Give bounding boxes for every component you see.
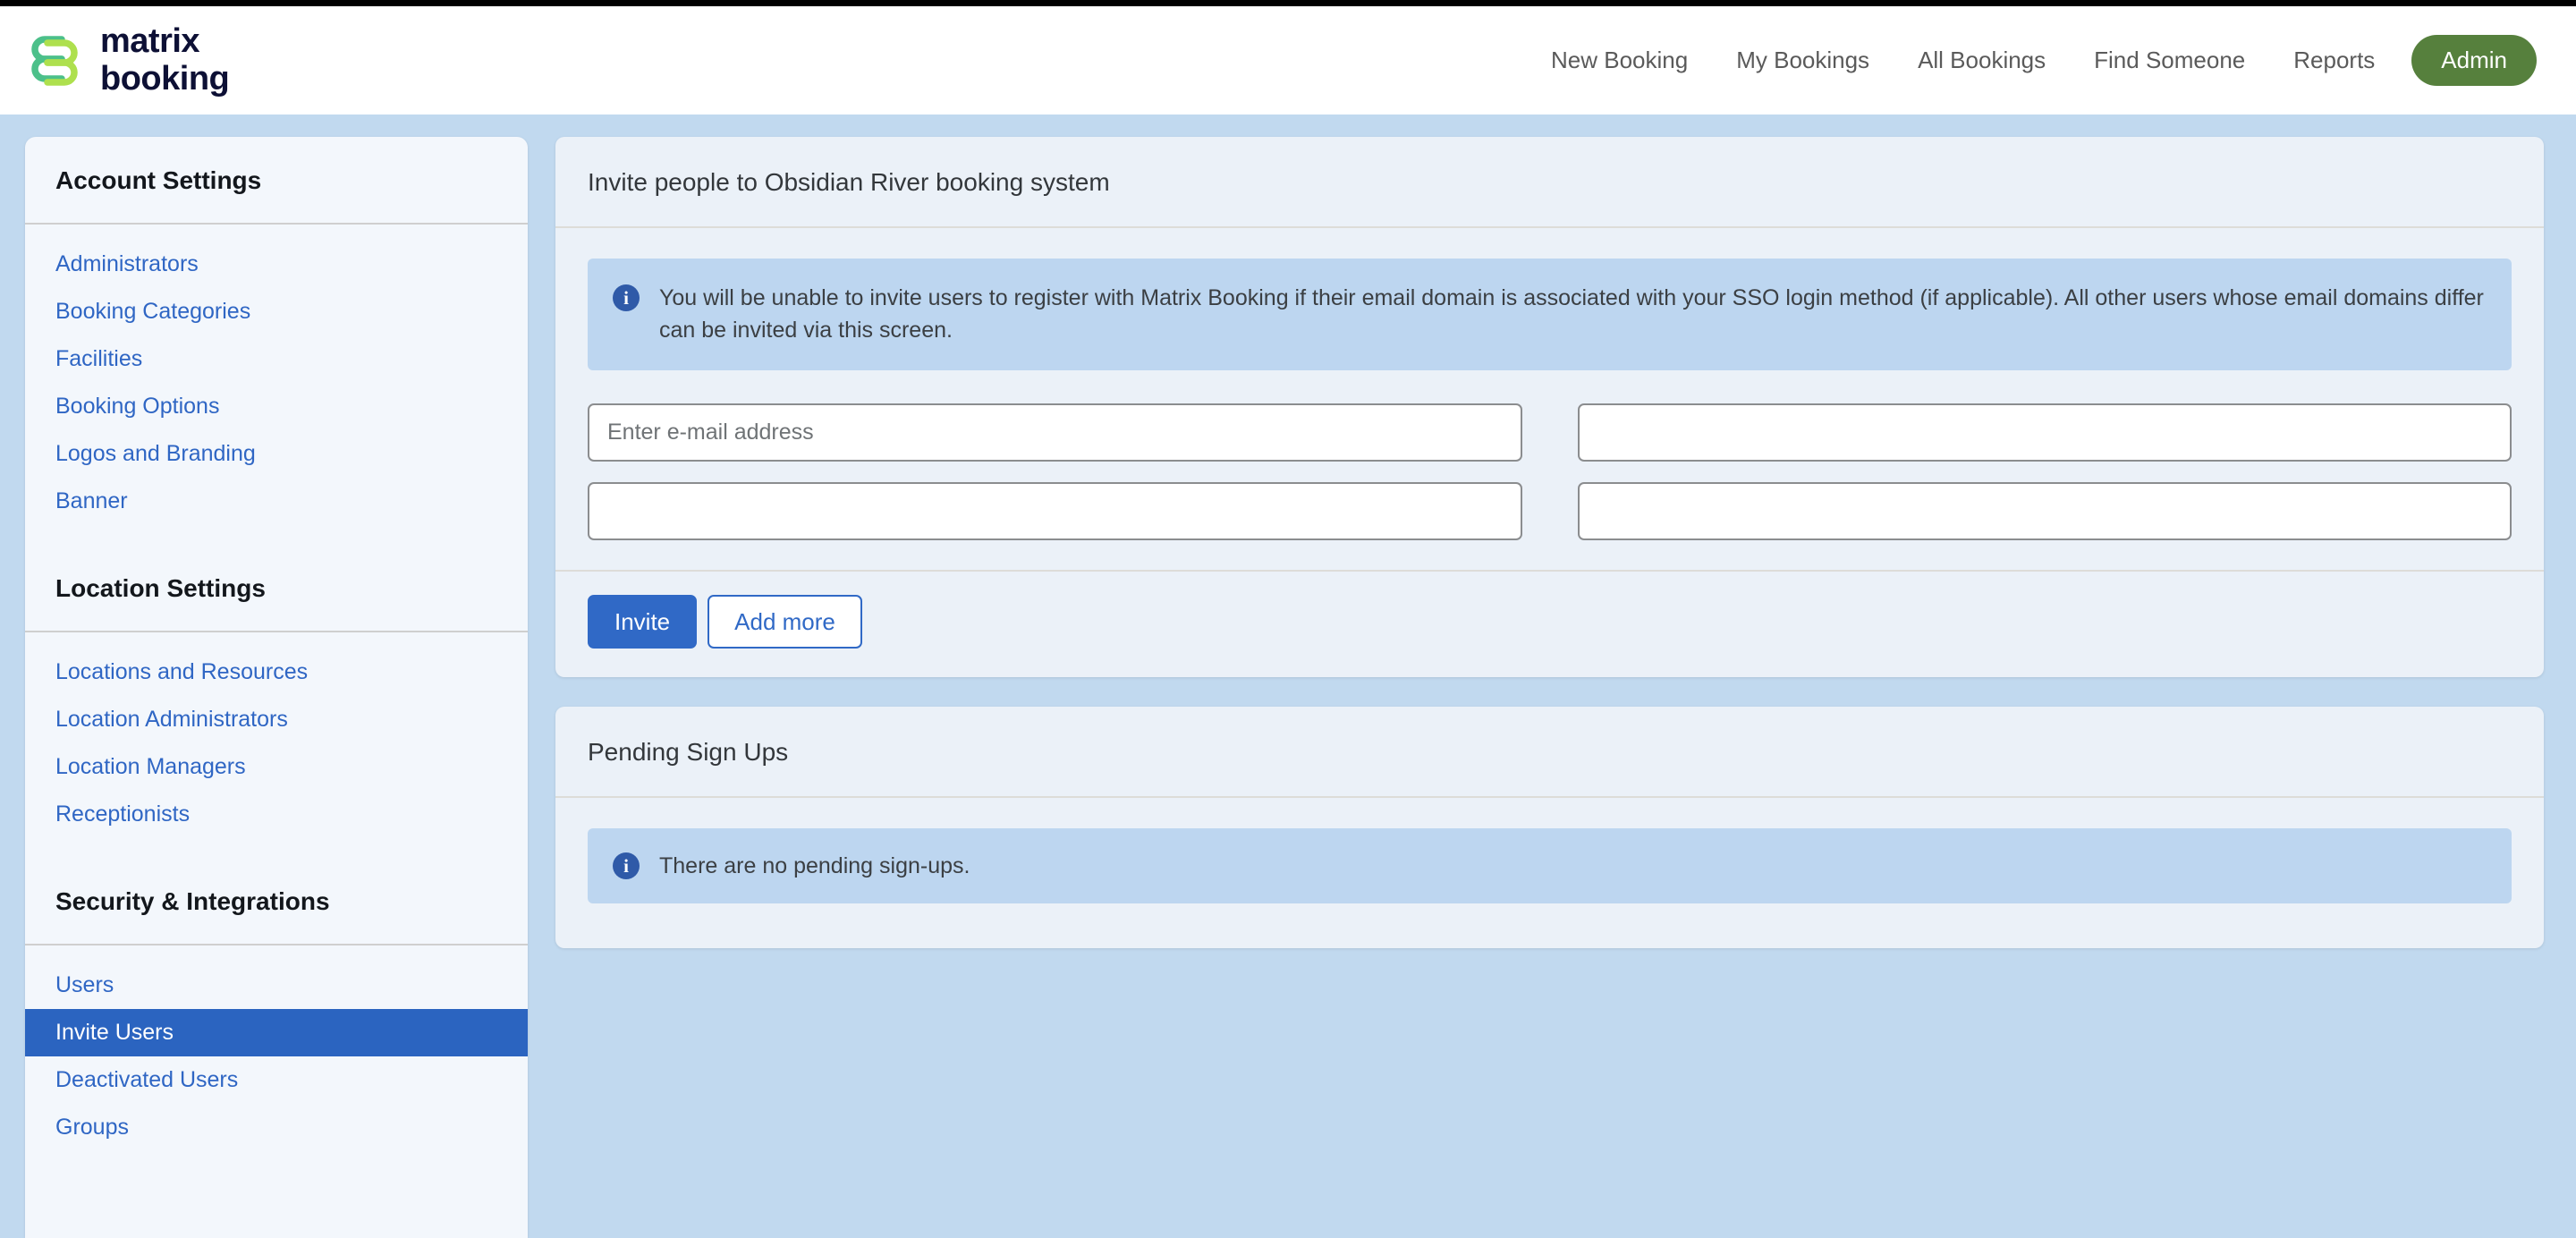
sidebar-item-administrators[interactable]: Administrators <box>25 241 528 288</box>
sso-info-alert-text: You will be unable to invite users to re… <box>659 285 2484 343</box>
matrix-booking-logo-icon <box>31 35 78 86</box>
nav-all-bookings[interactable]: All Bookings <box>1894 38 2070 83</box>
nav-new-booking[interactable]: New Booking <box>1527 38 1712 83</box>
sidebar-item-logos-and-branding[interactable]: Logos and Branding <box>25 430 528 478</box>
top-black-bar <box>0 0 2576 6</box>
sidebar-item-invite-users[interactable]: Invite Users <box>25 1009 528 1056</box>
button-row: Invite Add more <box>588 594 2512 649</box>
admin-button[interactable]: Admin <box>2411 35 2537 86</box>
invite-card-title: Invite people to Obsidian River booking … <box>555 137 2544 228</box>
email-field-1[interactable] <box>588 403 1522 462</box>
sidebar-item-booking-categories[interactable]: Booking Categories <box>25 288 528 335</box>
email-field-2[interactable] <box>1577 403 2512 462</box>
email-field-3[interactable] <box>588 481 1522 540</box>
sidebar-item-deactivated-users[interactable]: Deactivated Users <box>25 1056 528 1104</box>
sidebar-item-users[interactable]: Users <box>25 962 528 1009</box>
info-icon: i <box>613 284 640 311</box>
email-field-4[interactable] <box>1577 481 2512 540</box>
main-navigation: New Booking My Bookings All Bookings Fin… <box>1527 35 2540 86</box>
no-pending-signups-alert: i There are no pending sign-ups. <box>588 828 2512 904</box>
invite-button[interactable]: Invite <box>588 594 698 649</box>
sidebar-item-location-administrators[interactable]: Location Administrators <box>25 696 528 743</box>
brand-logo[interactable]: matrix booking <box>25 22 230 98</box>
sidebar-item-banner[interactable]: Banner <box>25 478 528 525</box>
main-content: Invite people to Obsidian River booking … <box>555 137 2544 978</box>
sidebar-heading-account-settings: Account Settings <box>25 137 528 225</box>
sidebar-group-location-settings: Locations and Resources Location Adminis… <box>25 632 528 858</box>
sidebar-item-booking-options[interactable]: Booking Options <box>25 383 528 430</box>
invite-card-body: i You will be unable to invite users to … <box>555 228 2544 540</box>
sidebar-item-location-managers[interactable]: Location Managers <box>25 743 528 791</box>
settings-sidebar: Account Settings Administrators Booking … <box>25 137 528 1238</box>
page-body: Account Settings Administrators Booking … <box>0 114 2576 1238</box>
add-more-button[interactable]: Add more <box>708 594 862 649</box>
sidebar-item-receptionists[interactable]: Receptionists <box>25 791 528 838</box>
nav-reports[interactable]: Reports <box>2269 38 2399 83</box>
brand-name-line2: booking <box>100 59 230 98</box>
pending-signups-body: i There are no pending sign-ups. <box>555 798 2544 948</box>
sso-info-alert: i You will be unable to invite users to … <box>588 259 2512 370</box>
sidebar-heading-security-integrations: Security & Integrations <box>25 858 528 945</box>
sidebar-item-groups[interactable]: Groups <box>25 1104 528 1151</box>
brand-name-line1: matrix <box>100 22 200 61</box>
sidebar-item-facilities[interactable]: Facilities <box>25 335 528 383</box>
sidebar-heading-location-settings: Location Settings <box>25 545 528 632</box>
invite-card-actions: Invite Add more <box>555 569 2544 678</box>
brand-name: matrix booking <box>100 22 230 98</box>
sidebar-group-security-integrations: Users Invite Users Deactivated Users Gro… <box>25 945 528 1171</box>
pending-signups-title: Pending Sign Ups <box>555 707 2544 799</box>
app-header: matrix booking New Booking My Bookings A… <box>0 6 2576 114</box>
invite-users-card: Invite people to Obsidian River booking … <box>555 137 2544 678</box>
nav-my-bookings[interactable]: My Bookings <box>1712 38 1894 83</box>
no-pending-signups-text: There are no pending sign-ups. <box>659 853 970 879</box>
sidebar-item-locations-and-resources[interactable]: Locations and Resources <box>25 649 528 696</box>
nav-find-someone[interactable]: Find Someone <box>2070 38 2269 83</box>
email-fields-grid <box>588 403 2512 540</box>
sidebar-group-account-settings: Administrators Booking Categories Facili… <box>25 225 528 545</box>
pending-signups-card: Pending Sign Ups i There are no pending … <box>555 707 2544 949</box>
info-icon: i <box>613 852 640 880</box>
